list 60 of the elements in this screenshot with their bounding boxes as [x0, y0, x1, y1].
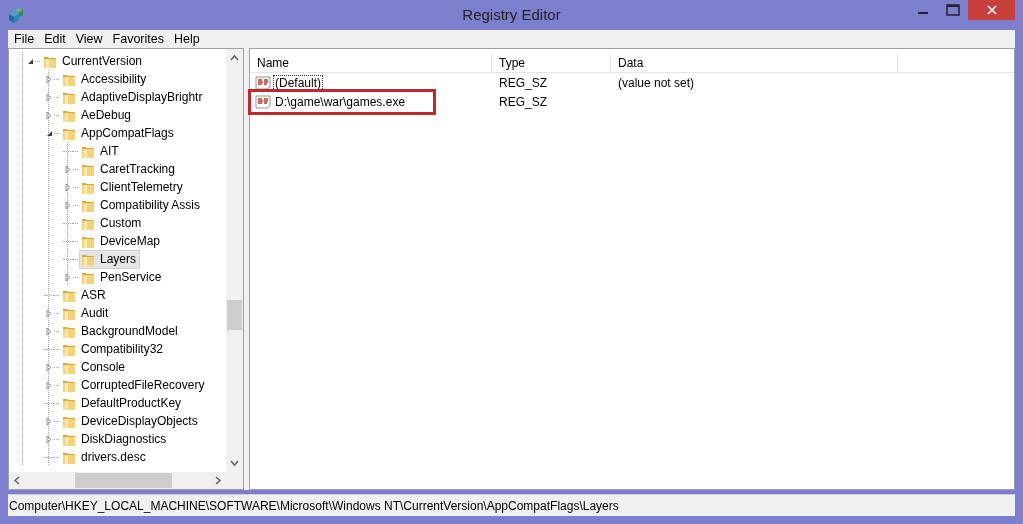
tree-item[interactable]: AppCompatFlags [60, 123, 178, 143]
collapsed-arrow-icon[interactable] [63, 182, 73, 192]
tree-item[interactable]: PenService [79, 267, 166, 287]
window-title: Registry Editor [462, 6, 561, 23]
value-data: (value not set) [617, 75, 696, 90]
value-type: REG_SZ [498, 94, 548, 109]
collapsed-arrow-icon[interactable] [44, 416, 54, 426]
tree-item[interactable]: AIT [79, 141, 123, 161]
tree-item[interactable]: drivers.desc [60, 447, 150, 467]
tree-item[interactable]: Console [60, 357, 130, 377]
collapsed-arrow-icon[interactable] [63, 272, 73, 282]
minimize-icon [918, 12, 928, 14]
tree-item[interactable]: CorruptedFileRecovery [60, 375, 209, 395]
menu-item[interactable]: Help [169, 30, 205, 48]
menu-item[interactable]: File [9, 30, 40, 48]
value-name[interactable]: (Default) [273, 74, 323, 91]
collapsed-arrow-icon[interactable] [44, 110, 54, 120]
tree-item[interactable]: AdaptiveDisplayBrightr [60, 87, 207, 107]
maximize-icon [946, 4, 960, 16]
tree-item[interactable]: ASR [60, 285, 110, 305]
column-header[interactable]: Type [492, 53, 611, 72]
tree-item[interactable]: DefaultProductKey [60, 393, 186, 413]
value-name[interactable]: D:\game\war\games.exe [273, 93, 408, 110]
tree-item[interactable]: DeviceMap [79, 231, 165, 251]
string-value-icon [255, 94, 271, 109]
scroll-thumb[interactable] [227, 300, 242, 330]
tree-item[interactable]: DeviceDisplayObjects [60, 411, 202, 431]
menu-item[interactable]: Edit [39, 30, 71, 48]
scroll-thumb[interactable] [75, 473, 172, 488]
menu-item[interactable]: Favorites [107, 30, 169, 48]
collapsed-arrow-icon[interactable] [44, 326, 54, 336]
tree-item[interactable]: AeDebug [60, 105, 136, 125]
close-icon [985, 4, 998, 16]
close-button[interactable] [968, 0, 1015, 20]
tree-item[interactable]: CurrentVersion [41, 51, 147, 71]
status-path: Computer\HKEY_LOCAL_MACHINE\SOFTWARE\Microsoft\Windows NT\CurrentVersion\AppCompatFlags\Layers [8, 498, 619, 513]
collapsed-arrow-icon[interactable] [63, 200, 73, 210]
collapsed-arrow-icon[interactable] [44, 434, 54, 444]
tree-item[interactable]: DiskDiagnostics [60, 429, 171, 449]
collapsed-arrow-icon[interactable] [63, 164, 73, 174]
menu-item[interactable]: View [70, 30, 108, 48]
collapsed-arrow-icon[interactable] [44, 308, 54, 318]
tree-item[interactable]: BackgroundModel [60, 321, 182, 341]
tree-item[interactable]: Layers [79, 249, 141, 269]
registry-cubes-icon [7, 6, 25, 24]
tree-item[interactable]: CaretTracking [79, 159, 179, 179]
collapsed-arrow-icon[interactable] [44, 380, 54, 390]
tree-item[interactable]: Audit [60, 303, 113, 323]
collapsed-arrow-icon[interactable] [44, 74, 54, 84]
collapsed-arrow-icon[interactable] [44, 362, 54, 372]
tree-item[interactable]: Accessibility [60, 69, 151, 89]
tree-item[interactable]: Compatibility32 [60, 339, 168, 359]
tree-item[interactable]: ClientTelemetry [79, 177, 187, 197]
tree-item[interactable]: Custom [79, 213, 146, 233]
string-value-icon [255, 75, 271, 90]
collapsed-arrow-icon[interactable] [44, 92, 54, 102]
tree-item[interactable]: Compatibility Assis [79, 195, 205, 215]
column-header[interactable]: Name [250, 53, 492, 72]
column-header[interactable]: Data [611, 53, 898, 72]
value-type: REG_SZ [498, 75, 548, 90]
